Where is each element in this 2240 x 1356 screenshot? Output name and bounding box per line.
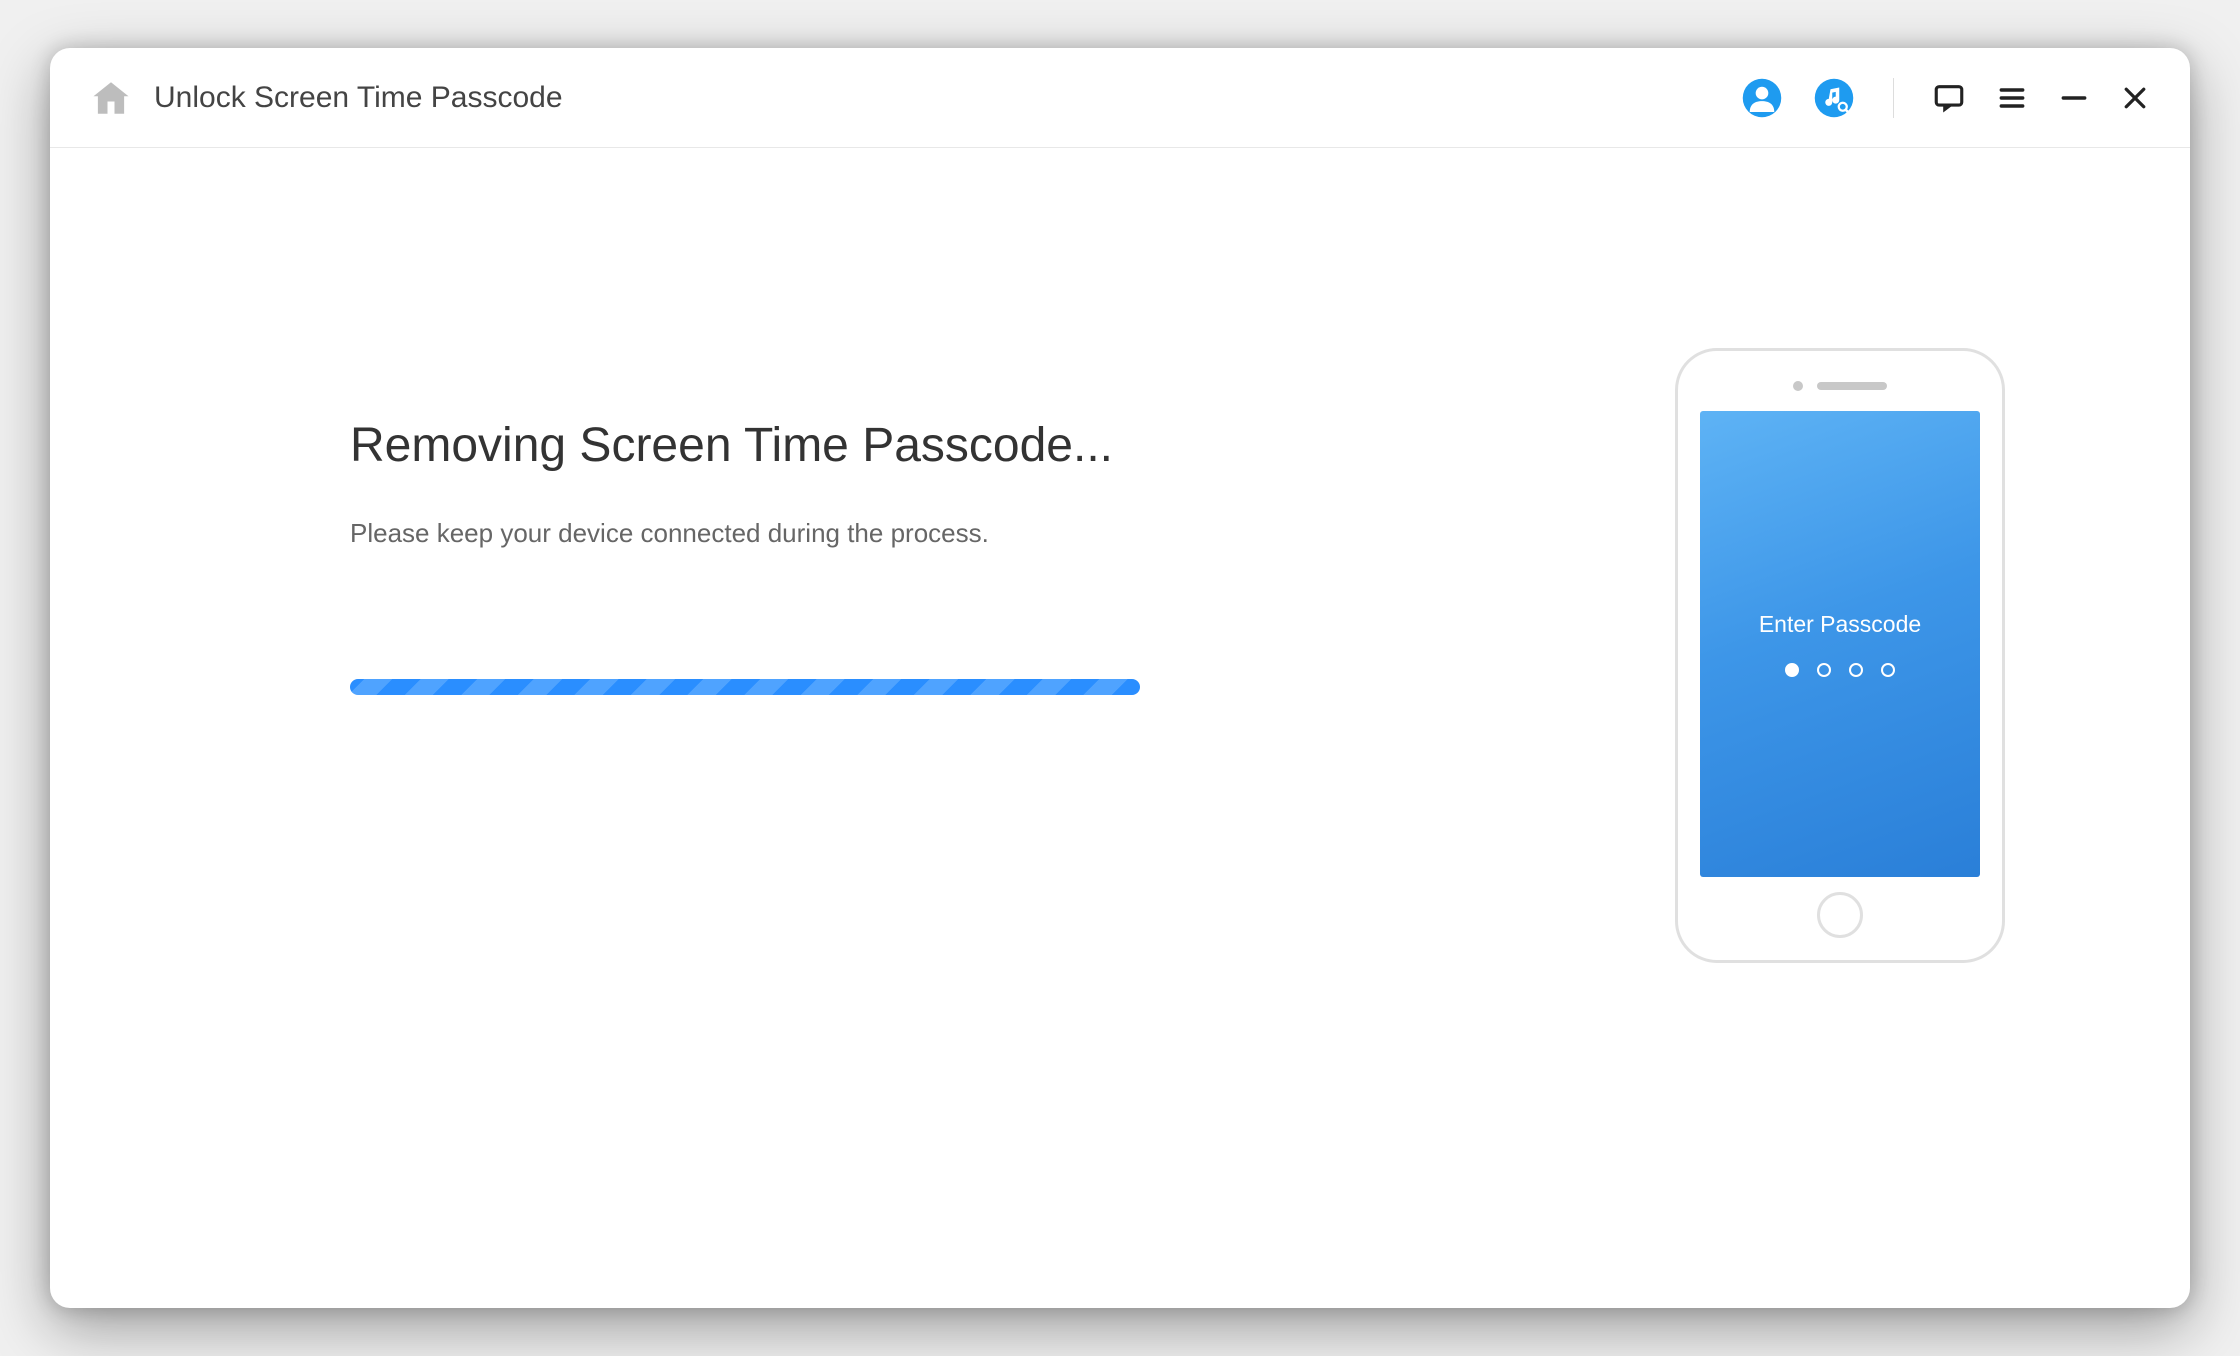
titlebar-divider — [1893, 78, 1894, 118]
passcode-dots — [1785, 663, 1895, 677]
home-icon[interactable] — [90, 77, 132, 119]
phone-speaker — [1817, 382, 1887, 390]
titlebar-right — [1741, 77, 2150, 119]
feedback-icon[interactable] — [1932, 81, 1966, 115]
device-illustration-column: Enter Passcode — [1630, 348, 2050, 1308]
phone-top-sensors — [1793, 381, 1887, 391]
close-button[interactable] — [2120, 83, 2150, 113]
phone-screen-label: Enter Passcode — [1759, 611, 1921, 638]
menu-icon[interactable] — [1996, 82, 2028, 114]
phone-camera-dot — [1793, 381, 1803, 391]
titlebar: Unlock Screen Time Passcode — [50, 48, 2190, 148]
phone-illustration: Enter Passcode — [1675, 348, 2005, 963]
progress-bar — [350, 679, 1140, 695]
status-heading: Removing Screen Time Passcode... — [350, 418, 1630, 473]
passcode-dot-3 — [1849, 663, 1863, 677]
passcode-dot-1 — [1785, 663, 1799, 677]
content: Removing Screen Time Passcode... Please … — [50, 148, 2190, 1308]
page-title: Unlock Screen Time Passcode — [154, 81, 563, 115]
music-search-icon[interactable] — [1813, 77, 1855, 119]
phone-screen: Enter Passcode — [1700, 411, 1980, 877]
status-panel: Removing Screen Time Passcode... Please … — [350, 348, 1630, 1308]
passcode-dot-2 — [1817, 663, 1831, 677]
account-icon[interactable] — [1741, 77, 1783, 119]
passcode-dot-4 — [1881, 663, 1895, 677]
phone-home-button — [1817, 892, 1863, 938]
app-window: Unlock Screen Time Passcode — [50, 48, 2190, 1308]
minimize-button[interactable] — [2058, 82, 2090, 114]
titlebar-left: Unlock Screen Time Passcode — [90, 77, 563, 119]
status-subtext: Please keep your device connected during… — [350, 518, 1630, 549]
